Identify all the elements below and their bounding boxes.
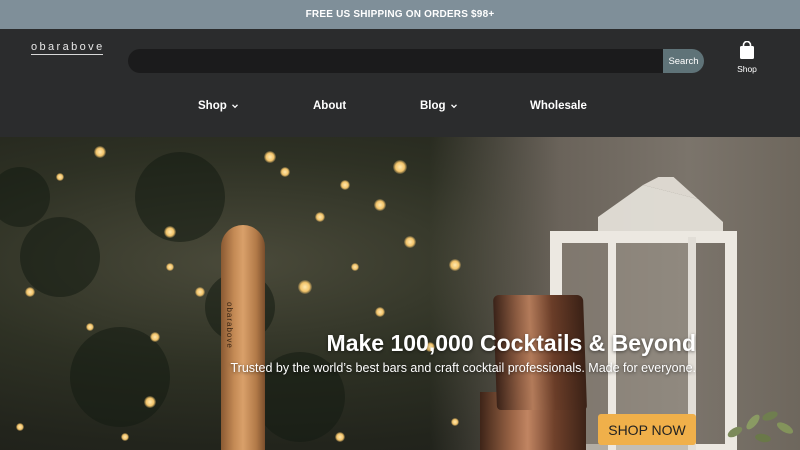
cart-label: Shop [737, 64, 757, 74]
hero-banner: obarabove Make 100,000 Cocktails & Beyon… [0, 137, 800, 450]
bokeh-light [86, 323, 94, 331]
shopping-bag-icon [740, 41, 754, 59]
nav-item-shop[interactable]: Shop [198, 100, 239, 112]
search-input[interactable] [128, 49, 665, 73]
nav-item-label: Wholesale [530, 100, 587, 112]
bokeh-light [449, 259, 461, 271]
nav-item-blog[interactable]: Blog [420, 100, 458, 112]
cart-link[interactable]: Shop [733, 41, 761, 81]
bokeh-light [25, 287, 35, 297]
bokeh-light [340, 180, 350, 190]
main-nav: Shop About Blog Wholesale [0, 92, 800, 122]
hero-subheadline: Trusted by the world’s best bars and cra… [230, 361, 696, 375]
bokeh-light [56, 173, 64, 181]
bokeh-light [166, 263, 174, 271]
bokeh-light [335, 432, 345, 442]
bokeh-light [195, 287, 205, 297]
nav-item-label: Shop [198, 100, 227, 112]
announcement-text: FREE US SHIPPING ON ORDERS $98+ [305, 9, 495, 20]
bokeh-light [451, 418, 459, 426]
bokeh-light [404, 236, 416, 248]
bokeh-light [374, 199, 386, 211]
chevron-down-icon [450, 104, 457, 109]
announcement-bar: FREE US SHIPPING ON ORDERS $98+ [0, 0, 800, 29]
bokeh-light [164, 226, 176, 238]
bokeh-light [375, 307, 385, 317]
bokeh-light [150, 332, 160, 342]
bokeh-light [16, 423, 24, 431]
tree-foliage [70, 327, 170, 427]
tree-foliage [20, 217, 100, 297]
chevron-down-icon [231, 104, 238, 109]
search-bar: Search [128, 49, 704, 73]
logo-text: obarabove [31, 41, 105, 53]
search-button[interactable]: Search [663, 49, 704, 73]
greenery-image [727, 411, 794, 443]
nav-item-wholesale[interactable]: Wholesale [530, 100, 587, 112]
bokeh-light [144, 396, 156, 408]
hero-headline: Make 100,000 Cocktails & Beyond [326, 330, 696, 356]
nav-item-about[interactable]: About [313, 100, 346, 112]
nav-item-label: Blog [420, 100, 446, 112]
bokeh-light [393, 160, 407, 174]
bokeh-light [94, 146, 106, 158]
bokeh-light [280, 167, 290, 177]
bokeh-light [315, 212, 325, 222]
bokeh-light [264, 151, 276, 163]
tree-foliage [0, 167, 50, 227]
bokeh-light [121, 433, 129, 441]
shop-now-button[interactable]: SHOP NOW [598, 414, 696, 445]
bokeh-light [351, 263, 359, 271]
logo-underline [31, 54, 103, 55]
nav-item-label: About [313, 100, 347, 112]
site-logo[interactable]: obarabove [31, 42, 103, 56]
site-header: obarabove Search Shop Shop About Blog Wh… [0, 29, 800, 137]
bokeh-light [298, 280, 312, 294]
tree-foliage [135, 152, 225, 242]
